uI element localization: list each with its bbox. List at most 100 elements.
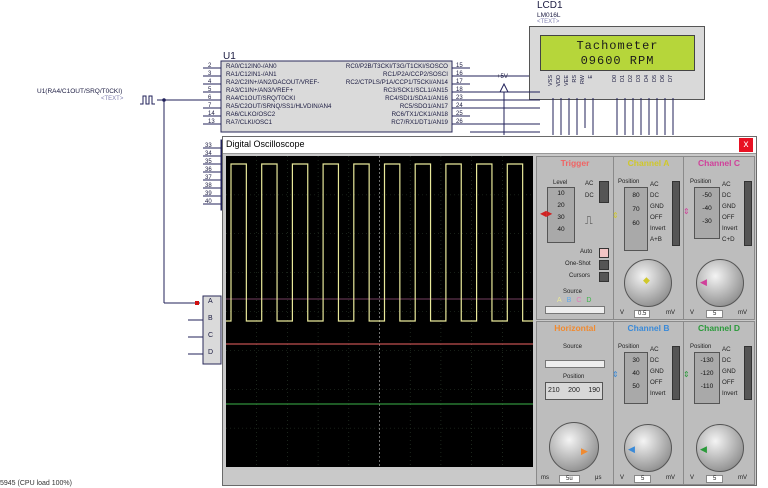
position-tick-label: 70 [632, 206, 640, 213]
coupling-switch[interactable] [744, 181, 752, 246]
channel-a-position-scale[interactable]: 80 70 60 [624, 187, 648, 251]
coupling-option[interactable]: OFF [650, 379, 662, 386]
coupling-option[interactable]: Invert [722, 225, 737, 232]
trigger-cursors-label: Cursors [569, 273, 591, 279]
position-tick-label: -130 [700, 357, 714, 364]
horizontal-dial-left: ms [541, 475, 549, 481]
coupling-option[interactable]: AC [722, 346, 731, 353]
trigger-source-option[interactable]: D [586, 297, 591, 304]
mcu-pin-number: 35 [205, 159, 212, 165]
trigger-source-slider[interactable] [545, 306, 605, 314]
mcu-pin-label: RC1/P2A/CCP2/SOSCI [383, 71, 448, 78]
channel-b-position-label: Position [618, 344, 640, 350]
horizontal-source-slider[interactable] [545, 360, 605, 368]
trigger-cursors-button[interactable] [599, 272, 609, 282]
trigger-dc: DC [585, 193, 594, 199]
mcu-pin-number: 36 [205, 167, 212, 173]
coupling-option[interactable]: Invert [650, 225, 665, 232]
horizontal-title: Horizontal [554, 323, 596, 333]
coupling-option[interactable]: A+B [650, 236, 662, 243]
coupling-option[interactable]: GND [650, 203, 664, 210]
coupling-switch[interactable] [672, 181, 680, 246]
close-button[interactable]: x [739, 138, 753, 152]
trigger-level-arrow-icon: ◀▶ [540, 209, 553, 218]
coupling-option[interactable]: DC [722, 357, 731, 364]
coupling-option[interactable]: GND [722, 203, 736, 210]
trigger-level-label: Level [553, 180, 568, 186]
position-tick-label: -120 [700, 370, 714, 377]
scope-screen[interactable] [226, 156, 554, 467]
trigger-edge-icon[interactable]: ⎍ [585, 215, 593, 228]
channel-b-title: Channel B [627, 323, 670, 333]
trigger-source-option[interactable]: C [576, 297, 581, 304]
position-tick-label: 80 [632, 192, 640, 199]
horizontal-panel: Horizontal Source Position 210 200 190 ▶ m… [536, 321, 614, 485]
coupling-option[interactable]: Invert [722, 390, 737, 397]
lcd-module[interactable]: Tachometer 09600 RPM VSS VDD VEE RS RW E D0 D1 D… [529, 26, 705, 100]
position-tick-label: 40 [557, 226, 565, 233]
horizontal-timebase-knob[interactable] [549, 422, 599, 472]
coupling-option[interactable]: GND [722, 368, 736, 375]
coupling-option[interactable]: AC [650, 346, 659, 353]
trigger-source-option[interactable]: A [557, 297, 562, 304]
coupling-option[interactable]: DC [650, 357, 659, 364]
lcd-part: LM016L [537, 12, 561, 19]
mcu-pin-number: 16 [456, 71, 463, 77]
channel-b-position-scale[interactable]: 30 40 50 [624, 352, 648, 404]
channel-d-title: Channel D [697, 323, 741, 333]
channel-d-dial-mid: 5 [706, 475, 724, 483]
mcu-pin-number: 25 [456, 111, 463, 117]
channel-c-dial-left: V [690, 310, 695, 316]
trigger-source-option[interactable]: B [567, 297, 572, 304]
channel-a-dial-left: V [620, 310, 625, 316]
trigger-coupling-switch[interactable] [599, 181, 609, 203]
channel-d-position-label: Position [690, 344, 712, 350]
channel-c-position-scale[interactable]: -50 -40 -30 [694, 187, 720, 239]
oscilloscope-title: Digital Oscilloscope [226, 139, 305, 149]
channel-a-knob-marker-icon: ◆ [643, 275, 650, 285]
coupling-option[interactable]: DC [722, 192, 731, 199]
coupling-switch[interactable] [744, 346, 752, 400]
lcd-pin-label: D1 [620, 75, 626, 83]
coupling-option[interactable]: GND [650, 368, 664, 375]
mcu-pin-number: 2 [208, 63, 212, 69]
trigger-auto-button[interactable] [599, 248, 609, 258]
coupling-option[interactable]: Invert [650, 390, 665, 397]
oscilloscope-titlebar[interactable]: Digital Oscilloscope x [223, 137, 756, 154]
mcu-pin-label: RC6/TX1/CK1/AN18 [391, 111, 448, 118]
channel-d-position-scale[interactable]: -130 -120 -110 [694, 352, 720, 404]
channel-c-position-arrow-icon: ⇕ [683, 207, 690, 216]
status-bar: 5945 (CPU load 100%) [0, 480, 72, 487]
channel-c-dial-mid: 5 [706, 310, 724, 318]
trigger-panel: Trigger Level 10 20 30 40 ◀▶ AC DC ⎍ Auto O… [536, 156, 614, 320]
mcu-pin-number: 7 [208, 103, 212, 109]
coupling-option[interactable]: OFF [722, 379, 734, 386]
coupling-switch[interactable] [672, 346, 680, 400]
coupling-option[interactable]: OFF [722, 214, 734, 221]
lcd-pin-label: VEE [564, 75, 570, 87]
channel-a-position-label: Position [618, 179, 640, 185]
channel-d-dial-right: mV [738, 475, 747, 481]
position-tick-label: 20 [557, 202, 565, 209]
lcd-pin-label: D0 [612, 75, 618, 83]
channel-c-position-label: Position [690, 179, 712, 185]
coupling-option[interactable]: AC [722, 181, 731, 188]
trigger-ac: AC [585, 181, 594, 187]
channel-b-knob-marker-icon: ◀ [628, 444, 635, 454]
coupling-option[interactable]: OFF [650, 214, 662, 221]
coupling-option[interactable]: AC [650, 181, 659, 188]
mcu-pin-label: RA3/C1IN+/AN3/VREF+ [226, 87, 294, 94]
mcu-pin-label: RA7/CLKI/OSC1 [226, 119, 273, 126]
lcd-ref: LCD1 [537, 0, 563, 11]
channel-a-position-arrow-icon: ⇕ [612, 211, 619, 220]
horizontal-position-ticks: 210 200 190 [548, 387, 600, 394]
mcu-pin-number: 34 [205, 151, 212, 157]
coupling-option[interactable]: DC [650, 192, 659, 199]
channel-b-dial-left: V [620, 475, 625, 481]
horizontal-position-scale[interactable]: 210 200 190 [545, 382, 603, 400]
trigger-oneshot-button[interactable] [599, 260, 609, 270]
oscilloscope-window[interactable]: Digital Oscilloscope x Trigger Level 10 2… [222, 136, 757, 486]
mcu-pin-number: 17 [456, 79, 463, 85]
coupling-option[interactable]: C+D [722, 236, 735, 243]
lcd-pin-label: VSS [548, 75, 554, 87]
